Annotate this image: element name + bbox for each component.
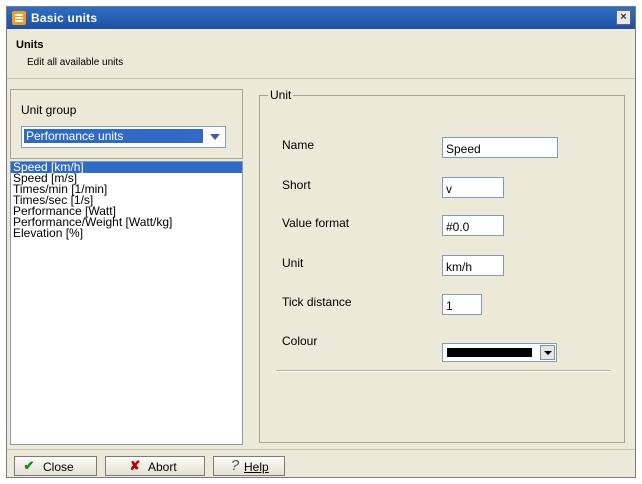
unit-details-frame: Unit Name Short Value format Unit Tick d… bbox=[259, 88, 625, 443]
header-title: Units bbox=[16, 39, 44, 51]
list-item[interactable]: Elevation [%] bbox=[11, 227, 242, 239]
help-button-label: Help bbox=[244, 460, 269, 474]
unit-field[interactable] bbox=[442, 255, 504, 276]
button-bar: ✔ Close ✘ Abort ? Help bbox=[7, 449, 635, 478]
colour-label: Colour bbox=[282, 334, 318, 348]
colour-select[interactable] bbox=[442, 343, 557, 362]
abort-button-label: Abort bbox=[148, 460, 177, 474]
colour-swatch bbox=[447, 348, 532, 357]
question-icon: ? bbox=[230, 457, 240, 474]
close-button-label: Close bbox=[43, 460, 74, 474]
title-bar[interactable]: Basic units × bbox=[7, 7, 635, 29]
divider bbox=[276, 370, 610, 372]
short-label: Short bbox=[282, 178, 311, 192]
unit-group-label: Unit group bbox=[21, 103, 77, 117]
app-menu-icon[interactable] bbox=[12, 11, 26, 25]
name-field[interactable] bbox=[442, 137, 558, 158]
unit-group-selected-value: Performance units bbox=[23, 128, 204, 144]
tick-distance-field[interactable] bbox=[442, 294, 482, 315]
unit-frame-legend: Unit bbox=[268, 88, 294, 102]
value-format-field[interactable] bbox=[442, 215, 504, 236]
dialog-header: Units Edit all available units bbox=[7, 29, 635, 79]
chevron-down-icon[interactable] bbox=[207, 129, 223, 145]
header-subtitle: Edit all available units bbox=[27, 57, 124, 68]
help-button[interactable]: ? Help bbox=[213, 456, 285, 476]
short-field[interactable] bbox=[442, 177, 504, 198]
tick-distance-label: Tick distance bbox=[282, 295, 352, 309]
close-button[interactable]: ✔ Close bbox=[14, 456, 97, 476]
x-icon: ✘ bbox=[129, 458, 141, 473]
unit-group-select[interactable]: Performance units bbox=[21, 126, 226, 148]
unit-list[interactable]: Speed [km/h] Speed [m/s] Times/min [1/mi… bbox=[10, 161, 243, 445]
chevron-down-icon[interactable] bbox=[540, 345, 555, 360]
abort-button[interactable]: ✘ Abort bbox=[105, 456, 205, 476]
value-format-label: Value format bbox=[282, 216, 350, 230]
unit-group-panel: Unit group Performance units bbox=[10, 89, 243, 159]
checkmark-icon: ✔ bbox=[23, 458, 35, 473]
close-window-button[interactable]: × bbox=[616, 10, 631, 25]
unit-label: Unit bbox=[282, 256, 304, 270]
window-title: Basic units bbox=[31, 11, 98, 25]
name-label: Name bbox=[282, 138, 315, 152]
basic-units-window: Basic units × Units Edit all available u… bbox=[6, 6, 636, 478]
